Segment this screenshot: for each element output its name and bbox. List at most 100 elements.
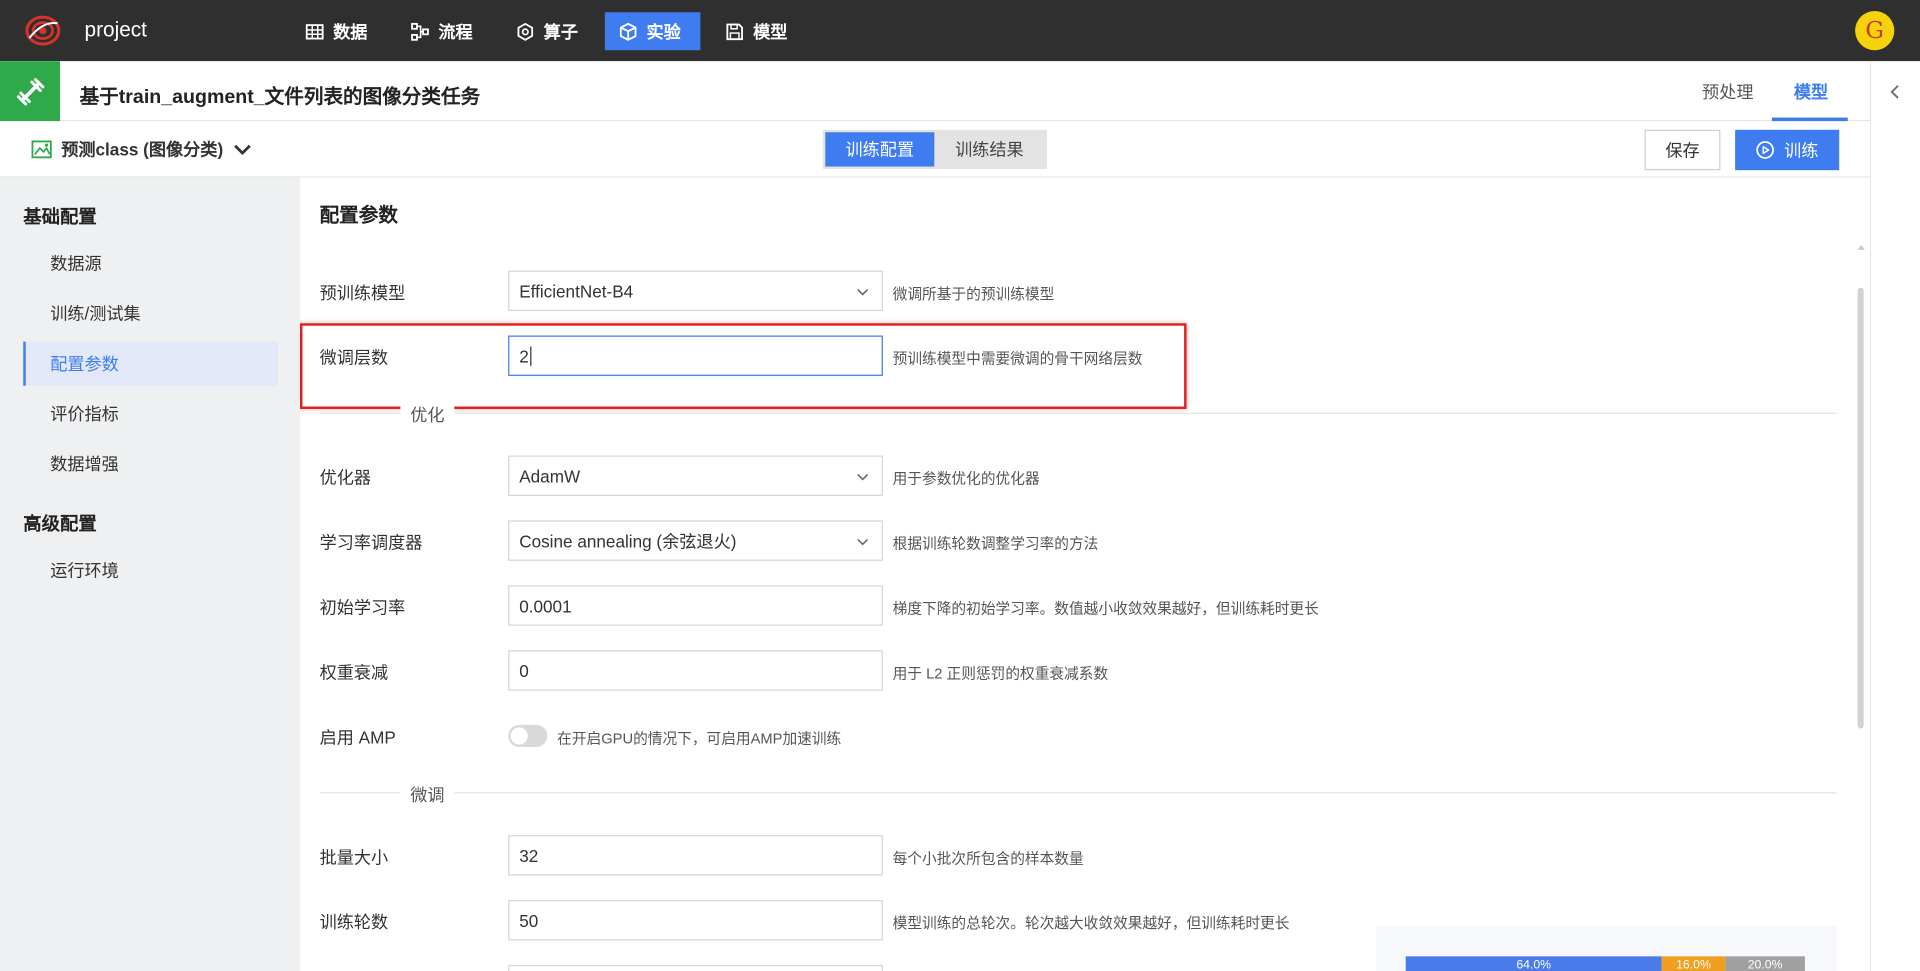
sidebar-group-advanced: 高级配置 (23, 514, 97, 536)
epochs-value: 50 (519, 910, 539, 931)
nav-item-label: 算子 (543, 21, 578, 42)
save-button[interactable]: 保存 (1644, 129, 1721, 171)
pretrained-model-hint: 微调所基于的预训练模型 (892, 285, 1055, 303)
weight-decay-value: 0 (519, 660, 529, 681)
scroll-up-arrow-icon[interactable] (1857, 244, 1865, 250)
top-navigation-bar: project 数据 流程 算子 实验 模型 G (0, 0, 1920, 62)
right-panel-strip (1869, 61, 1920, 971)
sidebar-item-augmentation[interactable]: 数据增强 (23, 442, 278, 486)
operator-icon (517, 22, 534, 41)
train-button-label: 训练 (1784, 140, 1819, 160)
amp-label: 启用 AMP (319, 727, 396, 747)
task-type-badge (0, 61, 61, 122)
learning-rate-value: 0.0001 (519, 595, 572, 616)
weight-decay-label: 权重衰减 (319, 662, 389, 683)
train-button[interactable]: 训练 (1735, 129, 1840, 171)
table-icon (305, 23, 324, 39)
dataset-split-preview: 64.0% 16.0% 20.0% (1376, 925, 1837, 971)
app-logo-icon[interactable] (24, 13, 61, 47)
sidebar-item-config-params[interactable]: 配置参数 (23, 341, 278, 386)
learning-rate-label: 初始学习率 (319, 597, 406, 618)
lr-scheduler-value: Cosine annealing (余弦退火) (519, 530, 737, 551)
epochs-label: 训练轮数 (319, 912, 389, 932)
split-segment-label: 64.0% (1516, 958, 1552, 971)
nav-item-label: 模型 (753, 21, 788, 42)
nav-item-experiment[interactable]: 实验 (604, 12, 701, 51)
epochs-hint: 模型训练的总轮次。轮次越大收敛效果越好，但训练耗时更长 (892, 914, 1290, 932)
config-form: 配置参数 预训练模型 EfficientNet-B4 微调所基于的预训练模型 微… (300, 177, 1870, 971)
sidebar-item-datasource[interactable]: 数据源 (23, 241, 278, 285)
batch-size-value: 32 (519, 845, 539, 866)
chevron-left-icon[interactable] (1887, 83, 1904, 100)
optimizer-label: 优化器 (319, 467, 372, 488)
chevron-down-icon (234, 144, 252, 156)
model-selector-label: 预测class (图像分类) (61, 139, 224, 160)
config-result-switch: 训练配置 训练结果 (822, 129, 1047, 169)
batch-size-hint: 每个小批次所包含的样本数量 (892, 849, 1084, 867)
nav-item-label: 流程 (438, 21, 473, 42)
tab-preprocess[interactable]: 预处理 (1702, 80, 1753, 104)
chevron-down-icon (857, 473, 869, 481)
tab-model[interactable]: 模型 (1794, 80, 1828, 104)
pretrained-model-select[interactable]: EfficientNet-B4 (508, 270, 883, 312)
sidebar-item-train-test-split[interactable]: 训练/测试集 (23, 291, 278, 335)
cube-icon (619, 22, 637, 41)
model-selector-dropdown[interactable]: 预测class (图像分类) (31, 137, 254, 161)
nav-item-flow[interactable]: 流程 (397, 12, 488, 50)
next-param-input[interactable] (508, 964, 883, 971)
optimizer-select[interactable]: AdamW (508, 455, 883, 496)
sidebar-item-metrics[interactable]: 评价指标 (23, 392, 278, 436)
optimizer-hint: 用于参数优化的优化器 (892, 470, 1040, 488)
optimizer-value: AdamW (519, 465, 581, 486)
user-avatar[interactable]: G (1855, 11, 1895, 51)
image-chart-icon (31, 140, 52, 159)
finetune-divider-line (319, 792, 1837, 794)
chevron-down-icon (857, 538, 869, 546)
batch-size-label: 批量大小 (319, 847, 389, 867)
segment-train-config[interactable]: 训练配置 (825, 132, 935, 167)
page-title: 基于train_augment_文件列表的图像分类任务 (79, 86, 481, 108)
nav-item-label: 实验 (646, 21, 681, 42)
split-segment-1: 16.0% (1661, 956, 1726, 971)
nav-item-label: 数据 (333, 21, 368, 42)
page-header: 基于train_augment_文件列表的图像分类任务 预处理 模型 (0, 61, 1870, 122)
amp-hint: 在开启GPU的情况下，可启用AMP加速训练 (557, 729, 842, 747)
weight-decay-input[interactable]: 0 (508, 650, 883, 691)
scroll-thumb[interactable] (1857, 287, 1864, 729)
optimize-divider-label: 优化 (400, 402, 455, 428)
play-circle-icon (1756, 141, 1774, 159)
batch-size-input[interactable]: 32 (508, 835, 883, 876)
sidebar-item-runtime[interactable]: 运行环境 (23, 549, 278, 593)
toolbar: 预测class (图像分类) 训练配置 训练结果 保存 训练 (0, 121, 1870, 178)
vertical-scrollbar[interactable] (1857, 244, 1865, 965)
segment-train-results[interactable]: 训练结果 (934, 132, 1044, 166)
nav-item-operator[interactable]: 算子 (502, 12, 593, 50)
dumbbell-icon (16, 77, 44, 105)
learning-rate-input[interactable]: 0.0001 (508, 585, 883, 626)
amp-toggle[interactable] (508, 724, 548, 747)
pretrained-model-value: EfficientNet-B4 (519, 281, 634, 301)
lr-scheduler-hint: 根据训练轮数调整学习率的方法 (892, 535, 1099, 553)
sidebar-group-basic: 基础配置 (23, 206, 97, 228)
split-bar: 64.0% 16.0% 20.0% (1405, 956, 1805, 971)
toggle-knob (510, 727, 528, 745)
pretrained-model-label: 预训练模型 (319, 282, 406, 303)
lr-scheduler-label: 学习率调度器 (319, 532, 423, 553)
nav-item-model[interactable]: 模型 (711, 12, 802, 50)
highlight-annotation-box (300, 323, 1187, 409)
weight-decay-hint: 用于 L2 正则惩罚的权重衰减系数 (892, 664, 1109, 683)
config-sidebar: 基础配置 数据源 训练/测试集 配置参数 评价指标 数据增强 高级配置 运行环境 (0, 177, 301, 971)
flow-icon (411, 22, 429, 41)
epochs-input[interactable]: 50 (508, 900, 883, 941)
section-title: 配置参数 (319, 205, 398, 227)
lr-scheduler-select[interactable]: Cosine annealing (余弦退火) (508, 520, 883, 561)
nav-item-data[interactable]: 数据 (291, 12, 382, 50)
learning-rate-hint: 梯度下降的初始学习率。数值越小收敛效果越好，但训练耗时更长 (892, 600, 1319, 618)
save-icon (726, 22, 743, 40)
split-segment-2: 20.0% (1725, 956, 1805, 971)
project-name[interactable]: project (84, 18, 146, 42)
finetune-divider-label: 微调 (400, 782, 455, 807)
split-segment-label: 16.0% (1676, 958, 1711, 971)
split-segment-label: 20.0% (1747, 958, 1783, 971)
split-segment-0: 64.0% (1405, 956, 1662, 971)
